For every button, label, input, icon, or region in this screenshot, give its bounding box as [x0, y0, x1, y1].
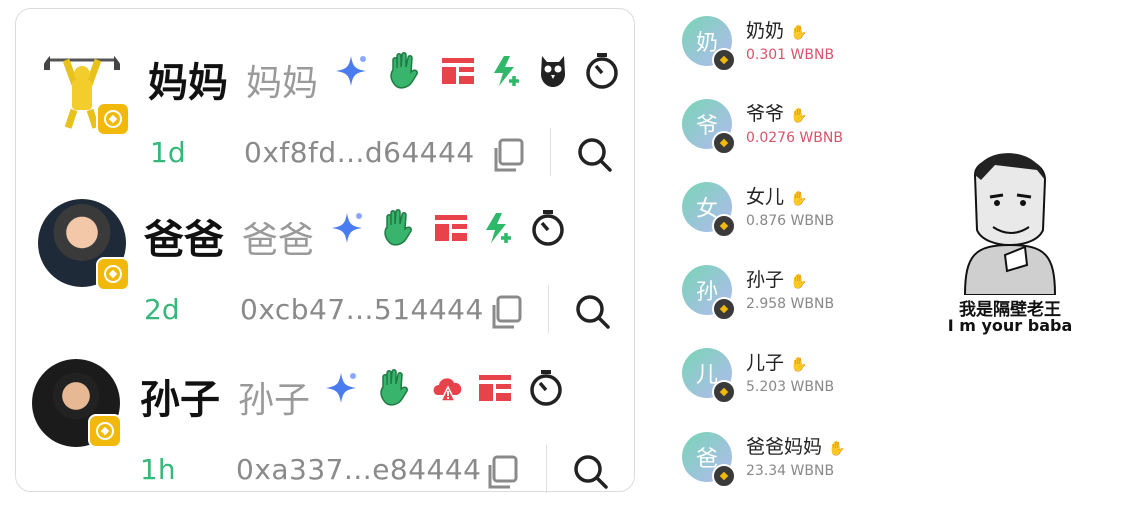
holder-item[interactable]: 女 女儿 ✋ 0.876 WBNB: [682, 182, 922, 242]
search-icon[interactable]: [572, 453, 610, 491]
holder-item[interactable]: 爷 爷爷 ✋ 0.0276 WBNB: [682, 99, 922, 159]
token-name: 爸爸: [242, 220, 315, 261]
bnb-coin-icon: [712, 214, 736, 238]
waving-hand-icon: [378, 369, 412, 407]
token-age: 1d: [150, 136, 186, 169]
holder-name: 孙子 ✋: [746, 269, 808, 291]
bnb-coin-icon: [712, 380, 736, 404]
tag-icon: [478, 373, 512, 403]
holder-item[interactable]: 孙 孙子 ✋ 2.958 WBNB: [682, 265, 922, 325]
copy-icon[interactable]: [488, 295, 524, 331]
waving-hand-icon: ✋: [790, 108, 808, 124]
search-icon[interactable]: [576, 136, 614, 174]
token-row[interactable]: 孙子 孙子 1h 0xa337...e84444: [16, 359, 636, 509]
bnb-coin-icon: [712, 131, 736, 155]
holder-name: 爷爷 ✋: [746, 103, 808, 125]
holder-amount: 23.34 WBNB: [746, 463, 835, 479]
owl-icon: [538, 54, 568, 88]
meme-face-illustration: [963, 153, 1057, 296]
token-row[interactable]: 爸爸 爸爸 2d 0xcb47...514444: [16, 199, 636, 349]
search-icon[interactable]: [574, 293, 612, 331]
token-row[interactable]: 妈妈 妈妈 1d 0xf8fd...d64444: [16, 42, 636, 192]
holder-amount: 0.0276 WBNB: [746, 130, 843, 146]
waving-hand-icon: ✋: [790, 357, 808, 373]
contract-address: 0xf8fd...d64444: [244, 136, 475, 169]
holder-amount: 2.958 WBNB: [746, 296, 835, 312]
token-ticker: 妈妈: [148, 60, 228, 106]
bnb-chain-badge-icon: [96, 102, 130, 136]
sparkle-icon: [330, 211, 364, 245]
token-age: 2d: [144, 293, 180, 326]
bnb-chain-badge-icon: [88, 414, 122, 448]
bnb-chain-badge-icon: [96, 257, 130, 291]
copy-icon[interactable]: [484, 455, 520, 491]
row-divider: [548, 285, 549, 333]
meme-image: 我是隔壁老王 I m your baba: [935, 135, 1085, 335]
bnb-coin-icon: [712, 297, 736, 321]
bnb-coin-icon: [712, 48, 736, 72]
holder-name: 儿子 ✋: [746, 352, 808, 374]
alert-cloud-icon: [430, 371, 466, 405]
contract-address: 0xcb47...514444: [240, 293, 484, 326]
contract-address: 0xa337...e84444: [236, 453, 482, 486]
holder-name: 奶奶 ✋: [746, 20, 808, 42]
token-list-card: 妈妈 妈妈 1d 0xf8fd...d64444 爸爸 爸爸 2d 0xcb47…: [15, 8, 636, 493]
token-age: 1h: [140, 453, 176, 486]
sparkle-icon: [334, 54, 368, 88]
token-name: 妈妈: [246, 63, 319, 104]
holder-amount: 5.203 WBNB: [746, 379, 835, 395]
waving-hand-icon: ✋: [790, 25, 808, 41]
holder-amount: 0.876 WBNB: [746, 213, 835, 229]
flash-plus-icon: [490, 54, 524, 88]
waving-hand-icon: ✋: [790, 191, 808, 207]
waving-hand-icon: ✋: [790, 274, 808, 290]
token-ticker: 孙子: [140, 377, 220, 423]
holder-item[interactable]: 爸 爸爸妈妈 ✋ 23.34 WBNB: [682, 432, 922, 492]
timer-icon: [530, 209, 566, 247]
timer-icon: [584, 52, 620, 90]
row-divider: [550, 128, 551, 176]
holder-item[interactable]: 奶 奶奶 ✋ 0.301 WBNB: [682, 16, 922, 76]
sparkle-icon: [324, 371, 358, 405]
row-divider: [546, 445, 547, 493]
holder-item[interactable]: 儿 儿子 ✋ 5.203 WBNB: [682, 348, 922, 408]
token-ticker: 爸爸: [144, 217, 224, 263]
bnb-coin-icon: [712, 464, 736, 488]
holder-name: 爸爸妈妈 ✋: [746, 436, 846, 458]
waving-hand-icon: [388, 52, 422, 90]
timer-icon: [528, 369, 564, 407]
meme-caption-english: I m your baba: [947, 316, 1073, 335]
tag-icon: [441, 56, 475, 86]
waving-hand-icon: [382, 209, 416, 247]
holder-name: 女儿 ✋: [746, 186, 808, 208]
token-name: 孙子: [238, 380, 311, 421]
holder-amount: 0.301 WBNB: [746, 47, 835, 63]
copy-icon[interactable]: [490, 138, 526, 174]
waving-hand-icon: ✋: [828, 441, 846, 457]
flash-plus-icon: [482, 211, 516, 245]
tag-icon: [434, 213, 468, 243]
